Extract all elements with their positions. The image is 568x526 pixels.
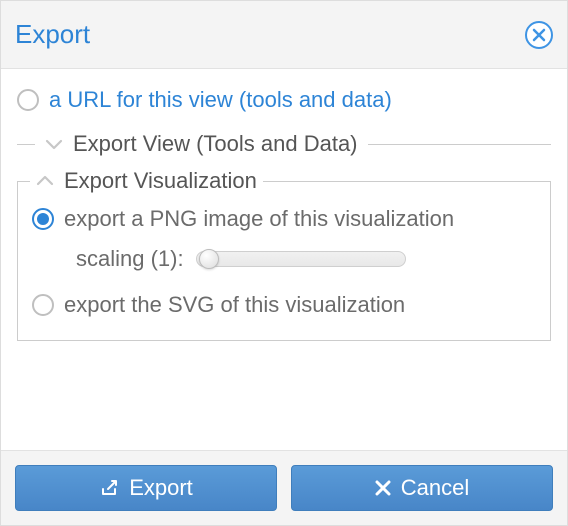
radio-svg[interactable]: [32, 294, 54, 316]
section-export-view-header[interactable]: Export View (Tools and Data): [17, 131, 551, 157]
slider-thumb[interactable]: [199, 249, 219, 269]
section-export-view-label: Export View (Tools and Data): [73, 131, 358, 157]
export-viz-options: export a PNG image of this visualization…: [32, 206, 536, 318]
export-button-label: Export: [129, 475, 193, 501]
section-export-view: Export View (Tools and Data) Export Visu…: [17, 131, 551, 341]
dialog-footer: Export Cancel: [1, 450, 567, 525]
section-export-viz-header[interactable]: Export Visualization: [30, 168, 263, 194]
close-icon: [532, 28, 546, 42]
option-url-row[interactable]: a URL for this view (tools and data): [17, 87, 551, 113]
scaling-label: scaling (1):: [76, 246, 184, 272]
cancel-icon: [375, 480, 391, 496]
scaling-row: scaling (1):: [76, 246, 536, 272]
dialog-body: a URL for this view (tools and data) Exp…: [1, 69, 567, 450]
section-export-viz-label: Export Visualization: [64, 168, 257, 194]
option-png-label: export a PNG image of this visualization: [64, 206, 454, 232]
radio-png[interactable]: [32, 208, 54, 230]
option-svg-label: export the SVG of this visualization: [64, 292, 405, 318]
option-svg-row[interactable]: export the SVG of this visualization: [32, 292, 536, 318]
section-export-viz: Export Visualization export a PNG image …: [17, 181, 551, 341]
option-png-row[interactable]: export a PNG image of this visualization: [32, 206, 536, 232]
cancel-button-label: Cancel: [401, 475, 469, 501]
scaling-slider[interactable]: [196, 251, 406, 267]
chevron-down-icon: [45, 138, 63, 150]
chevron-up-icon: [36, 175, 54, 187]
divider: [17, 144, 35, 145]
cancel-button[interactable]: Cancel: [291, 465, 553, 511]
export-dialog: Export a URL for this view (tools and da…: [0, 0, 568, 526]
divider: [368, 144, 551, 145]
dialog-titlebar: Export: [1, 1, 567, 69]
dialog-title: Export: [15, 19, 90, 50]
option-url-label: a URL for this view (tools and data): [49, 87, 392, 113]
close-button[interactable]: [525, 21, 553, 49]
export-button[interactable]: Export: [15, 465, 277, 511]
radio-url[interactable]: [17, 89, 39, 111]
export-icon: [99, 478, 119, 498]
